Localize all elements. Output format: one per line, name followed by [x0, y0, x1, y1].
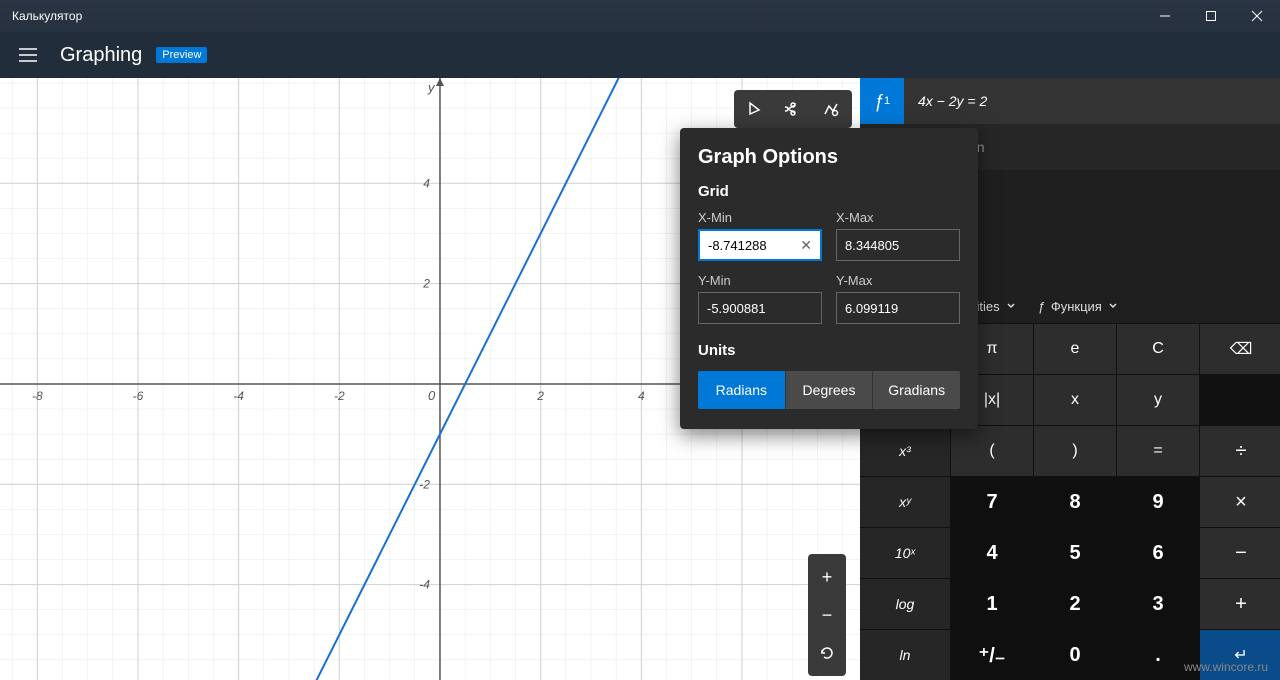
- key-negate[interactable]: ⁺/₋: [951, 630, 1033, 680]
- key-divide[interactable]: ÷: [1200, 426, 1280, 476]
- svg-text:-4: -4: [419, 578, 430, 592]
- key-0[interactable]: 0: [1034, 630, 1116, 680]
- units-heading: Units: [698, 342, 960, 359]
- popup-title: Graph Options: [698, 146, 960, 169]
- xmax-input[interactable]: 8.344805: [836, 229, 960, 261]
- zoom-controls: + −: [808, 554, 846, 676]
- grid-heading: Grid: [698, 183, 960, 200]
- app-title: Калькулятор: [12, 9, 82, 23]
- graph-tool-strip: [734, 90, 852, 128]
- ymin-input[interactable]: -5.900881: [698, 292, 822, 324]
- key-ln[interactable]: ln: [860, 630, 950, 680]
- hamburger-menu-button[interactable]: [10, 37, 46, 73]
- preview-badge: Preview: [156, 47, 207, 63]
- key-e[interactable]: e: [1034, 324, 1116, 374]
- key-9[interactable]: 9: [1117, 477, 1199, 527]
- graph-settings-button[interactable]: [814, 94, 848, 124]
- key-x[interactable]: x: [1034, 375, 1116, 425]
- key-power[interactable]: xʸ: [860, 477, 950, 527]
- xmax-label: X-Max: [836, 210, 960, 225]
- close-button[interactable]: [1234, 0, 1280, 32]
- key-6[interactable]: 6: [1117, 528, 1199, 578]
- svg-text:4: 4: [423, 176, 430, 190]
- zoom-reset-button[interactable]: [808, 634, 846, 672]
- key-4[interactable]: 4: [951, 528, 1033, 578]
- key-clear[interactable]: C: [1117, 324, 1199, 374]
- trace-tool-button[interactable]: [738, 94, 772, 124]
- key-8[interactable]: 8: [1034, 477, 1116, 527]
- key-cube[interactable]: x³: [860, 426, 950, 476]
- key-backspace[interactable]: ⌫: [1200, 324, 1280, 374]
- ymax-input[interactable]: 6.099119: [836, 292, 960, 324]
- xmin-input[interactable]: -8.741288 ✕: [698, 229, 822, 261]
- key-7[interactable]: 7: [951, 477, 1033, 527]
- key-5[interactable]: 5: [1034, 528, 1116, 578]
- units-degrees[interactable]: Degrees: [786, 371, 874, 409]
- svg-text:-2: -2: [419, 477, 430, 491]
- ymin-label: Y-Min: [698, 273, 822, 288]
- svg-text:-2: -2: [334, 389, 345, 403]
- zoom-out-button[interactable]: −: [808, 596, 846, 634]
- key-lparen[interactable]: (: [951, 426, 1033, 476]
- minimize-button[interactable]: [1142, 0, 1188, 32]
- svg-text:-4: -4: [233, 389, 244, 403]
- svg-text:4: 4: [638, 389, 645, 403]
- function-dropdown[interactable]: ƒ Функция: [1038, 299, 1120, 314]
- key-multiply[interactable]: ×: [1200, 477, 1280, 527]
- key-ten-power[interactable]: 10ˣ: [860, 528, 950, 578]
- graph-options-popup: Graph Options Grid X-Min -8.741288 ✕ X-M…: [680, 128, 978, 429]
- function-tab-1[interactable]: ƒ1: [860, 78, 904, 124]
- watermark: www.wincore.ru: [1184, 660, 1268, 674]
- xmin-label: X-Min: [698, 210, 822, 225]
- key-equals[interactable]: =: [1117, 426, 1199, 476]
- svg-text:-8: -8: [32, 389, 43, 403]
- svg-text:y: y: [427, 80, 436, 95]
- ymax-label: Y-Max: [836, 273, 960, 288]
- function-expression[interactable]: 4x − 2y = 2: [904, 93, 987, 109]
- key-plus[interactable]: +: [1200, 579, 1280, 629]
- clear-input-icon[interactable]: ✕: [800, 237, 812, 254]
- share-button[interactable]: [776, 94, 810, 124]
- key-2[interactable]: 2: [1034, 579, 1116, 629]
- key-log[interactable]: log: [860, 579, 950, 629]
- units-gradians[interactable]: Gradians: [873, 371, 960, 409]
- key-rparen[interactable]: ): [1034, 426, 1116, 476]
- units-radians[interactable]: Radians: [698, 371, 786, 409]
- key-3[interactable]: 3: [1117, 579, 1199, 629]
- svg-text:-6: -6: [133, 389, 144, 403]
- svg-text:2: 2: [422, 277, 430, 291]
- mode-title: Graphing: [60, 44, 142, 67]
- key-1[interactable]: 1: [951, 579, 1033, 629]
- zoom-in-button[interactable]: +: [808, 558, 846, 596]
- maximize-button[interactable]: [1188, 0, 1234, 32]
- svg-text:0: 0: [428, 388, 436, 403]
- key-y[interactable]: y: [1117, 375, 1199, 425]
- key-minus[interactable]: −: [1200, 528, 1280, 578]
- svg-text:2: 2: [536, 389, 544, 403]
